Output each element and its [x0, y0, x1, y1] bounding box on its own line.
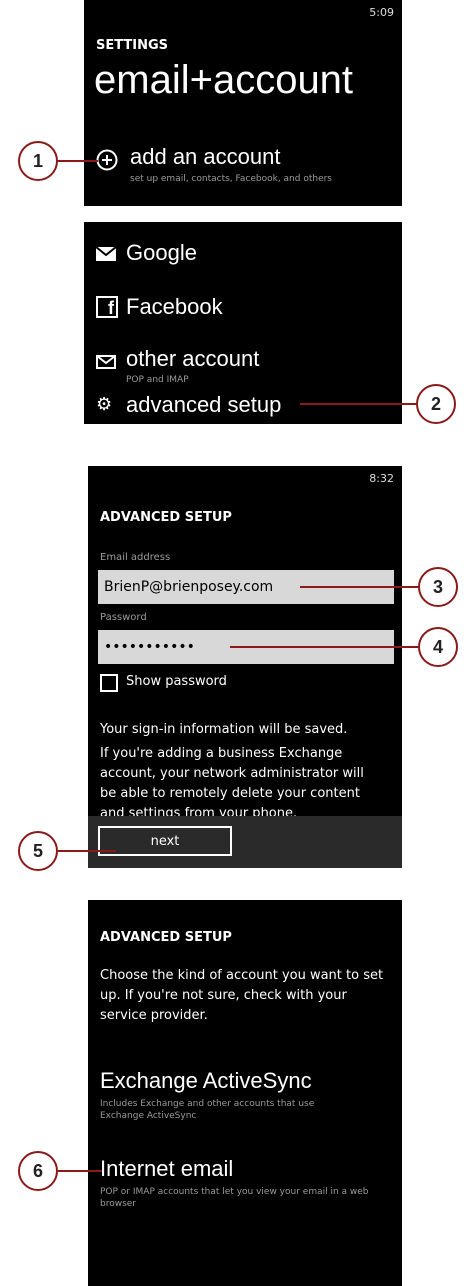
add-account-sublabel: set up email, contacts, Facebook, and ot… [130, 174, 332, 184]
google-label: Google [126, 240, 197, 265]
callout-6-leader [58, 1170, 102, 1172]
internet-email-label: Internet email [100, 1156, 234, 1181]
callout-6: 6 [18, 1151, 58, 1191]
add-account-label: add an account [130, 144, 281, 169]
show-password-label: Show password [126, 674, 227, 689]
callout-1-leader [56, 160, 98, 162]
callout-1: 1 [18, 141, 58, 181]
gear-icon: ⚙ [96, 394, 113, 415]
account-type-panel: Google f Facebook other account POP and … [84, 222, 402, 424]
exchange-warning-text: If you're adding a business Exchange acc… [100, 746, 364, 818]
settings-panel: 5:09 SETTINGS email+account add an accou… [84, 0, 402, 206]
callout-5: 5 [18, 831, 58, 871]
page-title: email+account [94, 58, 354, 102]
advanced-setup-form-panel: 8:32 ADVANCED SETUP Email address BrienP… [88, 466, 402, 818]
other-account-sublabel: POP and IMAP [126, 375, 189, 385]
status-time: 5:09 [369, 6, 394, 19]
callout-4: 4 [418, 627, 458, 667]
other-account-item[interactable]: other account POP and IMAP [96, 346, 396, 386]
app-bar: next [88, 816, 402, 868]
advanced-setup-item[interactable]: ⚙ advanced setup [96, 392, 396, 422]
kind-heading: ADVANCED SETUP [100, 930, 232, 945]
next-button-label: next [150, 833, 180, 849]
internet-email-sublabel: POP or IMAP accounts that let you view y… [100, 1187, 369, 1209]
sign-in-info-text: Your sign-in information will be saved. [100, 722, 348, 737]
callout-5-leader [58, 850, 116, 852]
callout-2: 2 [416, 384, 456, 424]
other-account-label: other account [126, 346, 260, 371]
callout-2-leader [300, 403, 418, 405]
exchange-activesync-sublabel: Includes Exchange and other accounts tha… [100, 1099, 315, 1121]
status-time: 8:32 [369, 472, 394, 485]
internet-email-item[interactable]: Internet email POP or IMAP accounts that… [100, 1156, 396, 1226]
kind-intro-text: Choose the kind of account you want to s… [100, 968, 384, 1023]
advanced-setup-label: advanced setup [126, 392, 282, 417]
exchange-activesync-label: Exchange ActiveSync [100, 1068, 312, 1093]
settings-label: SETTINGS [96, 38, 169, 53]
add-circle-icon [96, 149, 118, 175]
show-password-checkbox[interactable] [100, 674, 118, 692]
facebook-icon: f [96, 296, 118, 318]
envelope-filled-icon [95, 246, 117, 265]
email-field-label: Email address [100, 552, 171, 563]
form-heading: ADVANCED SETUP [100, 510, 232, 525]
add-account-item[interactable]: add an account set up email, contacts, F… [96, 142, 402, 198]
google-item[interactable]: Google [95, 236, 396, 272]
password-field-label: Password [100, 612, 147, 623]
callout-4-leader [230, 646, 420, 648]
facebook-label: Facebook [126, 294, 223, 319]
account-kind-panel: ADVANCED SETUP Choose the kind of accoun… [88, 900, 402, 1286]
facebook-item[interactable]: f Facebook [96, 290, 396, 326]
callout-3: 3 [418, 567, 458, 607]
exchange-activesync-item[interactable]: Exchange ActiveSync Includes Exchange an… [100, 1068, 396, 1132]
next-button[interactable]: next [98, 826, 232, 856]
callout-3-leader [300, 586, 420, 588]
envelope-outline-icon [96, 354, 116, 373]
